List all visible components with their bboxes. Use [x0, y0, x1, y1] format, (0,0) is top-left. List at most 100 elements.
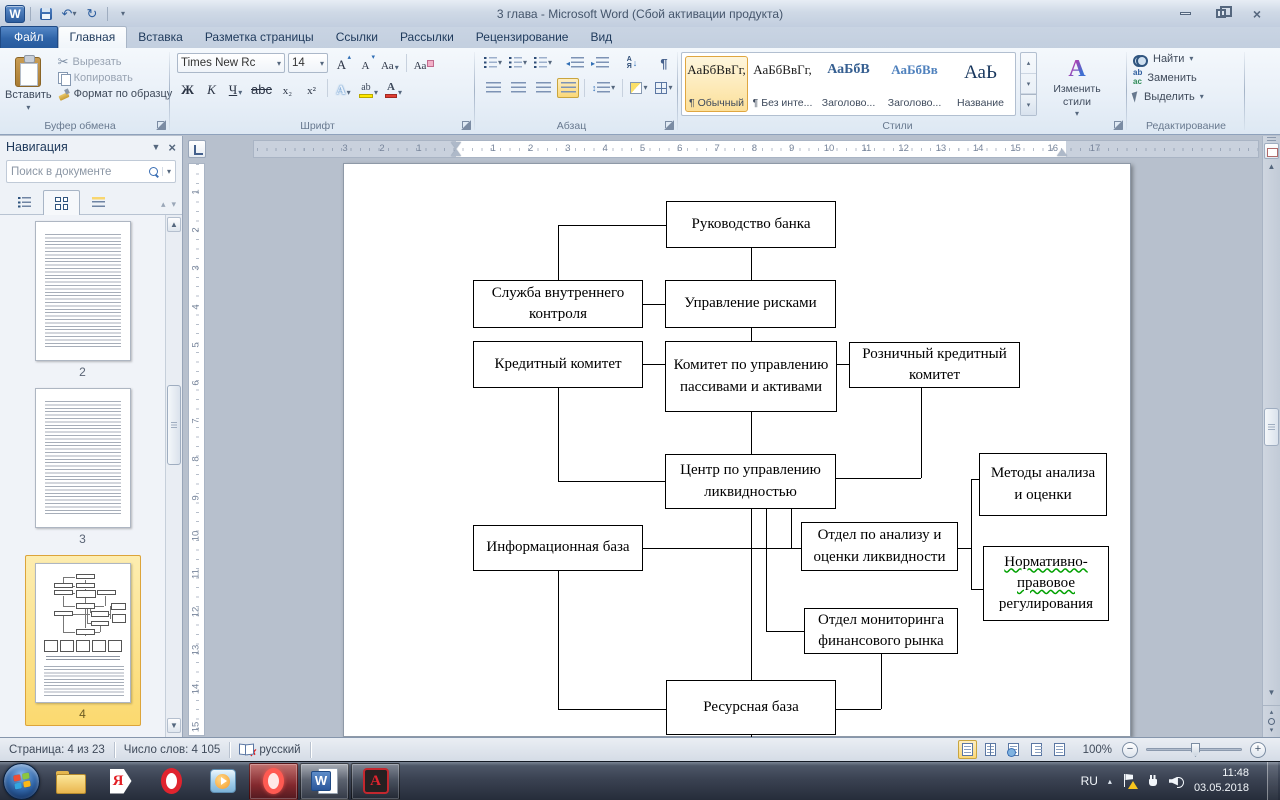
italic-button[interactable]: К: [201, 78, 222, 98]
right-indent-marker[interactable]: [1057, 149, 1067, 156]
page-number-status[interactable]: Страница: 4 из 23: [0, 738, 114, 761]
flowchart-box-5[interactable]: Розничный кредитный комитет: [849, 342, 1020, 388]
align-right-button[interactable]: [532, 78, 554, 98]
replace-button[interactable]: abacЗаменить: [1133, 69, 1245, 87]
split-handle[interactable]: [1267, 137, 1276, 141]
select-button[interactable]: Выделить▾: [1133, 91, 1245, 103]
clipboard-dialog-launcher[interactable]: [156, 120, 167, 131]
nav-tab-headings[interactable]: [6, 189, 43, 214]
tab-вид[interactable]: Вид: [579, 27, 623, 48]
style-item-3[interactable]: АаБбВвЗаголово...: [883, 56, 946, 112]
undo-button[interactable]: ↶▾: [59, 5, 79, 23]
shading-button[interactable]: ▾: [628, 78, 650, 98]
view-draft-button[interactable]: [1050, 740, 1069, 759]
action-center-icon[interactable]: [1122, 774, 1136, 788]
clear-formatting-button[interactable]: Аа: [412, 53, 437, 73]
align-center-button[interactable]: [507, 78, 529, 98]
view-print-layout-button[interactable]: [958, 740, 977, 759]
style-item-4[interactable]: АаЬНазвание: [949, 56, 1012, 112]
style-item-2[interactable]: АаБбВЗаголово...: [817, 56, 880, 112]
nav-scroll-down-button[interactable]: ▼: [167, 718, 181, 733]
view-web-layout-button[interactable]: [1004, 740, 1023, 759]
styles-dialog-launcher[interactable]: [1113, 120, 1124, 131]
scroll-thumb[interactable]: [1264, 408, 1279, 446]
borders-button[interactable]: ▾: [653, 78, 675, 98]
tab-file[interactable]: Файл: [0, 26, 58, 48]
navigation-close-icon[interactable]: ×: [168, 141, 176, 154]
change-styles-button[interactable]: А Изменить стили ▾: [1041, 52, 1113, 119]
flowchart-box-12[interactable]: Ресурсная база: [666, 680, 836, 735]
clock[interactable]: 11:48 03.05.2018: [1194, 766, 1257, 796]
nav-tab-results[interactable]: [80, 189, 117, 214]
flowchart-box-6[interactable]: Центр по управлению ликвидностью: [665, 454, 836, 509]
nav-scroll-up-button[interactable]: ▲: [167, 217, 181, 232]
increase-indent-button[interactable]: ▸: [589, 53, 611, 73]
taskbar-yandex-button[interactable]: Я: [96, 763, 145, 800]
styles-scroll-down[interactable]: ▾: [1021, 74, 1036, 95]
flowchart-box-3[interactable]: Кредитный комитет: [473, 341, 643, 388]
save-button[interactable]: [36, 5, 56, 23]
zoom-slider-thumb[interactable]: [1191, 743, 1200, 757]
tab-ссылки[interactable]: Ссылки: [325, 27, 389, 48]
select-browse-object-button[interactable]: [1268, 718, 1275, 725]
strikethrough-button[interactable]: abc: [249, 78, 274, 98]
sort-button[interactable]: АЯ↓: [621, 53, 643, 73]
nav-tab-pages[interactable]: [43, 190, 80, 215]
flowchart-box-7[interactable]: Методы анализа и оценки: [979, 453, 1107, 516]
scroll-up-button[interactable]: ▲: [1263, 162, 1280, 171]
next-heading-icon[interactable]: ▾: [171, 199, 176, 210]
flowchart-box-4[interactable]: Комитет по управлению пассивами и актива…: [665, 341, 837, 412]
ruler-toggle-button[interactable]: [1264, 143, 1279, 159]
find-button[interactable]: Найти▾: [1133, 53, 1245, 65]
copy-button[interactable]: Копировать: [58, 72, 173, 84]
grow-font-button[interactable]: А▴: [331, 53, 352, 73]
numbering-button[interactable]: ▾: [507, 53, 529, 73]
text-effects-button[interactable]: А▾: [333, 78, 354, 98]
tab-главная[interactable]: Главная: [58, 26, 128, 48]
tab-stop-selector[interactable]: [188, 140, 206, 158]
show-desktop-button[interactable]: [1267, 762, 1278, 800]
tab-вставка[interactable]: Вставка: [127, 27, 194, 48]
underline-button[interactable]: Ч▾: [225, 78, 246, 98]
styles-scroll-up[interactable]: ▴: [1021, 53, 1036, 74]
styles-gallery-more[interactable]: ▾: [1021, 94, 1036, 115]
customize-qat-button[interactable]: ▾: [113, 5, 133, 23]
navigation-options-icon[interactable]: ▼: [151, 142, 160, 152]
font-dialog-launcher[interactable]: [461, 120, 472, 131]
word-count-status[interactable]: Число слов: 4 105: [115, 738, 230, 761]
tab-рассылки[interactable]: Рассылки: [389, 27, 465, 48]
volume-icon[interactable]: [1169, 775, 1184, 788]
flowchart-box-2[interactable]: Управление рисками: [665, 280, 836, 328]
taskbar-opera-running-button[interactable]: [249, 763, 298, 800]
close-button[interactable]: ×: [1246, 5, 1268, 23]
thumbnail-page-2[interactable]: [35, 221, 131, 361]
flowchart-box-8[interactable]: Информационная база: [473, 525, 643, 571]
next-page-button[interactable]: ▾: [1270, 726, 1274, 735]
cut-button[interactable]: ✂Вырезать: [58, 55, 173, 68]
font-color-button[interactable]: А▾: [383, 78, 404, 98]
search-options-icon[interactable]: ▾: [162, 167, 171, 176]
tab-рецензирование[interactable]: Рецензирование: [465, 27, 580, 48]
font-family-combo[interactable]: Times New Rc▾: [177, 53, 285, 73]
subscript-button[interactable]: x₂: [277, 78, 298, 98]
zoom-out-button[interactable]: −: [1122, 742, 1138, 758]
thumbnail-page-3[interactable]: [35, 388, 131, 528]
taskbar-acrobat-button[interactable]: A: [351, 763, 400, 800]
language-indicator[interactable]: RU: [1081, 774, 1098, 788]
shrink-font-button[interactable]: А▾: [355, 53, 376, 73]
hanging-indent-marker[interactable]: [451, 149, 461, 156]
thumbnail-page-4[interactable]: [35, 563, 131, 703]
style-item-0[interactable]: АаБбВвГг,¶ Обычный: [685, 56, 748, 112]
format-painter-button[interactable]: Формат по образцу: [58, 88, 173, 100]
font-size-combo[interactable]: 14▾: [288, 53, 328, 73]
previous-heading-icon[interactable]: ▴: [161, 199, 166, 210]
taskbar-opera-button[interactable]: [147, 763, 196, 800]
taskbar-word-button[interactable]: W: [300, 763, 349, 800]
zoom-in-button[interactable]: +: [1250, 742, 1266, 758]
zoom-slider-track[interactable]: [1146, 748, 1242, 751]
restore-button[interactable]: [1210, 5, 1232, 23]
taskbar-explorer-button[interactable]: [45, 763, 94, 800]
thumbnail-page-4-selected[interactable]: 4: [25, 555, 141, 726]
style-item-1[interactable]: АаБбВвГг,¶ Без инте...: [751, 56, 814, 112]
taskbar-media-player-button[interactable]: [198, 763, 247, 800]
